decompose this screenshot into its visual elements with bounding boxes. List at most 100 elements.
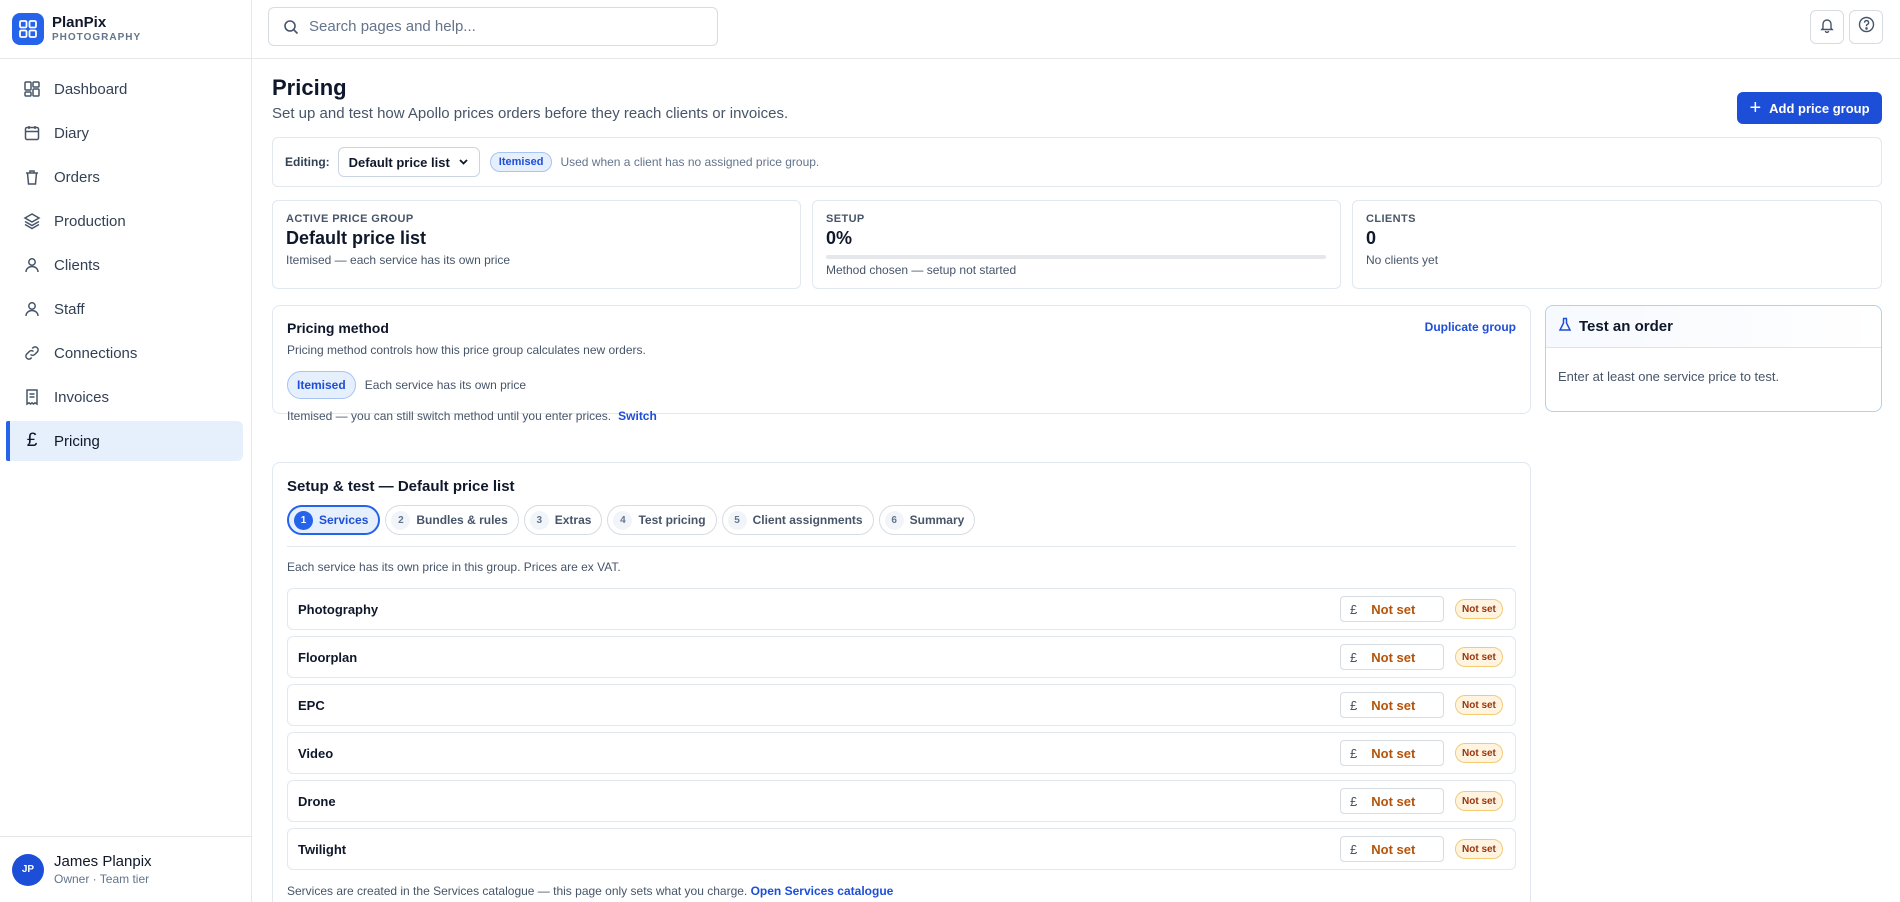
topbar	[252, 0, 1900, 59]
sidebar-nav: Dashboard Diary Orders Production Client…	[0, 59, 251, 461]
tab-test-pricing[interactable]: 4 Test pricing	[607, 505, 717, 535]
service-name: Photography	[298, 601, 379, 617]
method-itemised-pill[interactable]: Itemised	[287, 371, 356, 399]
brand[interactable]: PlanPix PHOTOGRAPHY	[0, 0, 251, 59]
service-name: EPC	[298, 697, 325, 713]
add-price-group-label: Add price group	[1769, 100, 1870, 116]
notifications-button[interactable]	[1810, 10, 1844, 44]
sidebar-item-connections[interactable]: Connections	[6, 333, 243, 373]
step-number: 6	[884, 510, 904, 530]
switch-method-link[interactable]: Switch	[618, 409, 657, 423]
avatar: JP	[12, 853, 44, 886]
service-name: Twilight	[298, 841, 347, 857]
services-footer: Services are created in the Services cat…	[287, 884, 748, 898]
sidebar-item-pricing[interactable]: £ Pricing	[6, 421, 243, 461]
services-list: Photography £ Not set Not set Floorplan £…	[287, 588, 1516, 876]
step-label: Extras	[554, 513, 592, 527]
sidebar-item-diary[interactable]: Diary	[6, 113, 243, 153]
price-input[interactable]: £ Not set	[1340, 596, 1444, 622]
method-badge: Itemised	[489, 152, 553, 172]
price-input[interactable]: £ Not set	[1340, 740, 1444, 766]
duplicate-group-link[interactable]: Duplicate group	[1425, 320, 1516, 334]
list-item: Floorplan £ Not set Not set	[287, 636, 1516, 678]
sidebar-item-label: Diary	[54, 124, 90, 142]
brand-logo-icon	[12, 13, 44, 45]
currency-symbol: £	[1350, 697, 1358, 713]
user-profile[interactable]: JP James Planpix Owner · Team tier	[0, 836, 251, 902]
editing-label: Editing:	[285, 155, 330, 169]
price-placeholder: Not set	[1371, 745, 1416, 761]
search-input[interactable]	[309, 18, 689, 35]
sidebar-item-label: Production	[54, 212, 126, 230]
sidebar-item-production[interactable]: Production	[6, 201, 243, 241]
step-number: 3	[529, 510, 549, 530]
list-item: Photography £ Not set Not set	[287, 588, 1516, 630]
status-badge: Not set	[1455, 743, 1503, 763]
sidebar-item-orders[interactable]: Orders	[6, 157, 243, 197]
pound-icon: £	[26, 430, 38, 451]
search-box[interactable]	[268, 7, 718, 46]
status-badge: Not set	[1455, 839, 1503, 859]
sidebar-item-label: Invoices	[54, 388, 110, 406]
pricing-method-desc: Pricing method controls how this price g…	[287, 343, 646, 357]
help-button[interactable]	[1849, 10, 1883, 44]
sidebar-item-clients[interactable]: Clients	[6, 245, 243, 285]
list-item: Twilight £ Not set Not set	[287, 828, 1516, 870]
method-pill-desc: Each service has its own price	[364, 378, 527, 392]
tab-services[interactable]: 1 Services	[287, 505, 381, 535]
step-number: 4	[613, 510, 633, 530]
bell-icon	[1819, 17, 1835, 38]
currency-symbol: £	[1350, 649, 1358, 665]
add-price-group-button[interactable]: + Add price group	[1737, 92, 1882, 124]
currency-symbol: £	[1350, 841, 1358, 857]
sidebar-item-staff[interactable]: Staff	[6, 289, 243, 329]
stat-label: ACTIVE PRICE GROUP	[286, 213, 414, 225]
sidebar-item-label: Dashboard	[54, 80, 128, 98]
currency-symbol: £	[1350, 601, 1358, 617]
price-input[interactable]: £ Not set	[1340, 836, 1444, 862]
step-label: Test pricing	[638, 513, 706, 527]
trash-icon	[22, 167, 42, 187]
stat-value: Default price list	[286, 228, 427, 248]
currency-symbol: £	[1350, 793, 1358, 809]
tab-extras[interactable]: 3 Extras	[523, 505, 603, 535]
status-badge: Not set	[1455, 647, 1503, 667]
setup-card: Setup & test — Default price list 1 Serv…	[272, 462, 1531, 902]
status-badge: Not set	[1455, 599, 1503, 619]
page-subtitle: Set up and test how Apollo prices orders…	[272, 105, 789, 122]
stat-desc: Method chosen — setup not started	[826, 263, 1017, 277]
price-placeholder: Not set	[1371, 649, 1416, 665]
tab-bundles-rules[interactable]: 2 Bundles & rules	[385, 505, 519, 535]
price-input[interactable]: £ Not set	[1340, 788, 1444, 814]
open-services-catalogue-link[interactable]: Open Services catalogue	[751, 884, 894, 898]
test-order-body: Enter at least one service price to test…	[1558, 369, 1780, 384]
price-input[interactable]: £ Not set	[1340, 692, 1444, 718]
brand-tagline: PHOTOGRAPHY	[52, 32, 142, 43]
user-icon	[22, 255, 42, 275]
stat-desc: Itemised — each service has its own pric…	[286, 253, 511, 267]
page-title: Pricing	[272, 75, 347, 100]
editing-bar: Editing: Default price list Itemised Use…	[272, 137, 1882, 187]
price-list-select[interactable]: Default price list	[337, 147, 480, 177]
service-name: Drone	[298, 793, 336, 809]
price-placeholder: Not set	[1371, 793, 1416, 809]
user-icon	[22, 299, 42, 319]
step-number: 2	[391, 510, 411, 530]
step-number: 5	[727, 510, 747, 530]
sidebar-item-dashboard[interactable]: Dashboard	[6, 69, 243, 109]
status-badge: Not set	[1455, 791, 1503, 811]
sidebar-item-label: Staff	[54, 300, 85, 318]
price-list-select-value: Default price list	[348, 154, 450, 170]
services-note: Each service has its own price in this g…	[287, 560, 621, 574]
sidebar-item-invoices[interactable]: Invoices	[6, 377, 243, 417]
price-placeholder: Not set	[1371, 697, 1416, 713]
tab-client-assignments[interactable]: 5 Client assignments	[721, 505, 874, 535]
currency-symbol: £	[1350, 745, 1358, 761]
step-number: 1	[294, 510, 313, 530]
list-item: EPC £ Not set Not set	[287, 684, 1516, 726]
price-input[interactable]: £ Not set	[1340, 644, 1444, 670]
search-icon	[283, 19, 299, 35]
price-placeholder: Not set	[1371, 841, 1416, 857]
tab-summary[interactable]: 6 Summary	[878, 505, 976, 535]
pricing-method-title: Pricing method	[287, 320, 389, 336]
